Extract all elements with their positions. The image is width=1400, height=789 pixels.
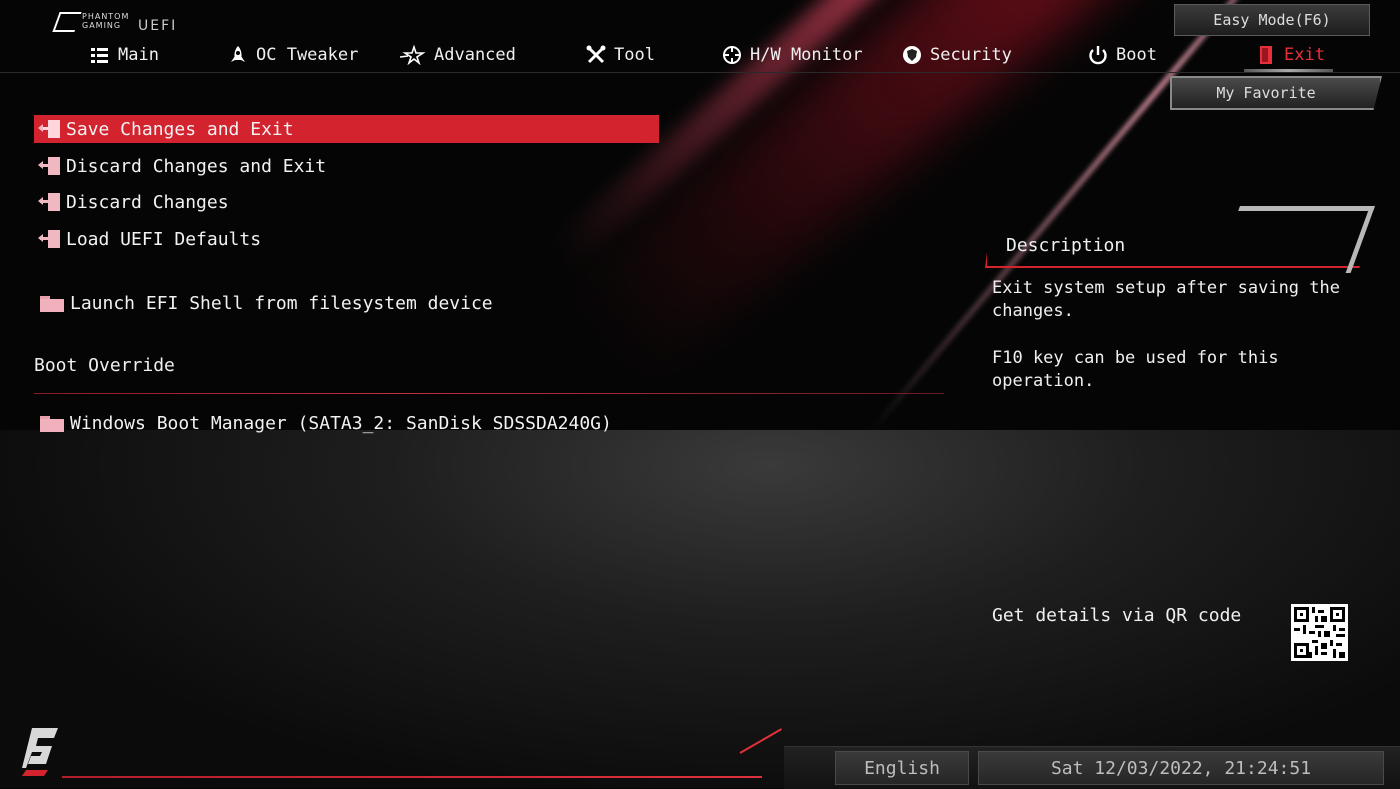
top-navigation-bar: PHANTOM GAMING UEFI Easy Mode(F6) Main O… <box>0 0 1400 73</box>
section-divider <box>34 393 944 394</box>
menu-item-label: Discard Changes and Exit <box>66 155 327 177</box>
footer-accent-line <box>62 776 762 778</box>
qr-code[interactable] <box>1291 604 1348 661</box>
tab-oc-tweaker[interactable]: OC Tweaker <box>228 42 358 68</box>
exit-door-icon <box>38 229 62 249</box>
tools-icon <box>586 45 606 65</box>
tab-label: Advanced <box>434 45 516 65</box>
menu-item-save-changes-and-exit[interactable]: Save Changes and Exit <box>34 115 659 143</box>
my-favorite-button[interactable]: My Favorite <box>1170 76 1382 110</box>
folder-icon <box>40 294 66 312</box>
power-icon <box>1088 45 1108 65</box>
pg-logo-icon <box>52 12 82 32</box>
qr-code-label: Get details via QR code <box>992 605 1242 626</box>
exit-door-icon <box>1256 45 1276 65</box>
tab-label: Tool <box>614 45 655 65</box>
rocket-icon <box>228 45 248 65</box>
boot-device-label: Windows Boot Manager (SATA3_2: SanDisk S… <box>70 412 612 434</box>
tab-main[interactable]: Main <box>90 42 159 68</box>
logo-text-line1: PHANTOM <box>82 12 130 21</box>
menu-item-discard-changes[interactable]: Discard Changes <box>34 188 229 216</box>
shield-icon <box>902 45 922 65</box>
menu-item-label: Discard Changes <box>66 191 229 213</box>
menu-item-discard-changes-and-exit[interactable]: Discard Changes and Exit <box>34 152 326 180</box>
logo-text-line2: GAMING <box>82 21 122 30</box>
tab-advanced[interactable]: Advanced <box>399 42 516 68</box>
tab-label: Main <box>118 45 159 65</box>
exit-door-icon <box>38 192 62 212</box>
boot-override-heading: Boot Override <box>34 355 175 376</box>
menu-item-label: Launch EFI Shell from filesystem device <box>70 292 493 314</box>
star-icon <box>399 44 426 66</box>
tab-exit[interactable]: Exit <box>1244 42 1333 72</box>
description-title: Description <box>1006 235 1126 256</box>
list-icon <box>90 45 110 65</box>
language-selector[interactable]: English <box>835 751 969 785</box>
date-time-display[interactable]: Sat 12/03/2022, 21:24:51 <box>978 751 1384 785</box>
crosshair-icon <box>722 45 742 65</box>
menu-item-launch-efi-shell[interactable]: Launch EFI Shell from filesystem device <box>34 289 493 317</box>
tab-hw-monitor[interactable]: H/W Monitor <box>722 42 863 68</box>
exit-door-icon <box>38 119 62 139</box>
tab-boot[interactable]: Boot <box>1088 42 1157 68</box>
menu-item-label: Save Changes and Exit <box>66 118 294 140</box>
tab-label: H/W Monitor <box>750 45 863 65</box>
tab-security[interactable]: Security <box>902 42 1012 68</box>
tab-label: Exit <box>1284 45 1325 65</box>
menu-item-label: Load UEFI Defaults <box>66 228 262 250</box>
pg-logo-icon <box>18 724 64 778</box>
boot-device-windows-boot-manager[interactable]: Windows Boot Manager (SATA3_2: SanDisk S… <box>34 409 612 437</box>
folder-icon <box>40 414 66 432</box>
tab-label: Security <box>930 45 1012 65</box>
menu-item-load-uefi-defaults[interactable]: Load UEFI Defaults <box>34 225 261 253</box>
tab-label: Boot <box>1116 45 1157 65</box>
my-favorite-label: My Favorite <box>1216 84 1316 102</box>
exit-door-icon <box>38 156 62 176</box>
logo-uefi-text: UEFI <box>138 18 178 34</box>
tab-label: OC Tweaker <box>256 45 359 65</box>
tab-tool[interactable]: Tool <box>586 42 655 68</box>
description-text-line2: F10 key can be used for this operation. <box>992 348 1279 391</box>
easy-mode-button[interactable]: Easy Mode(F6) <box>1174 4 1370 36</box>
description-text-line1: Exit system setup after saving the chang… <box>992 278 1340 321</box>
